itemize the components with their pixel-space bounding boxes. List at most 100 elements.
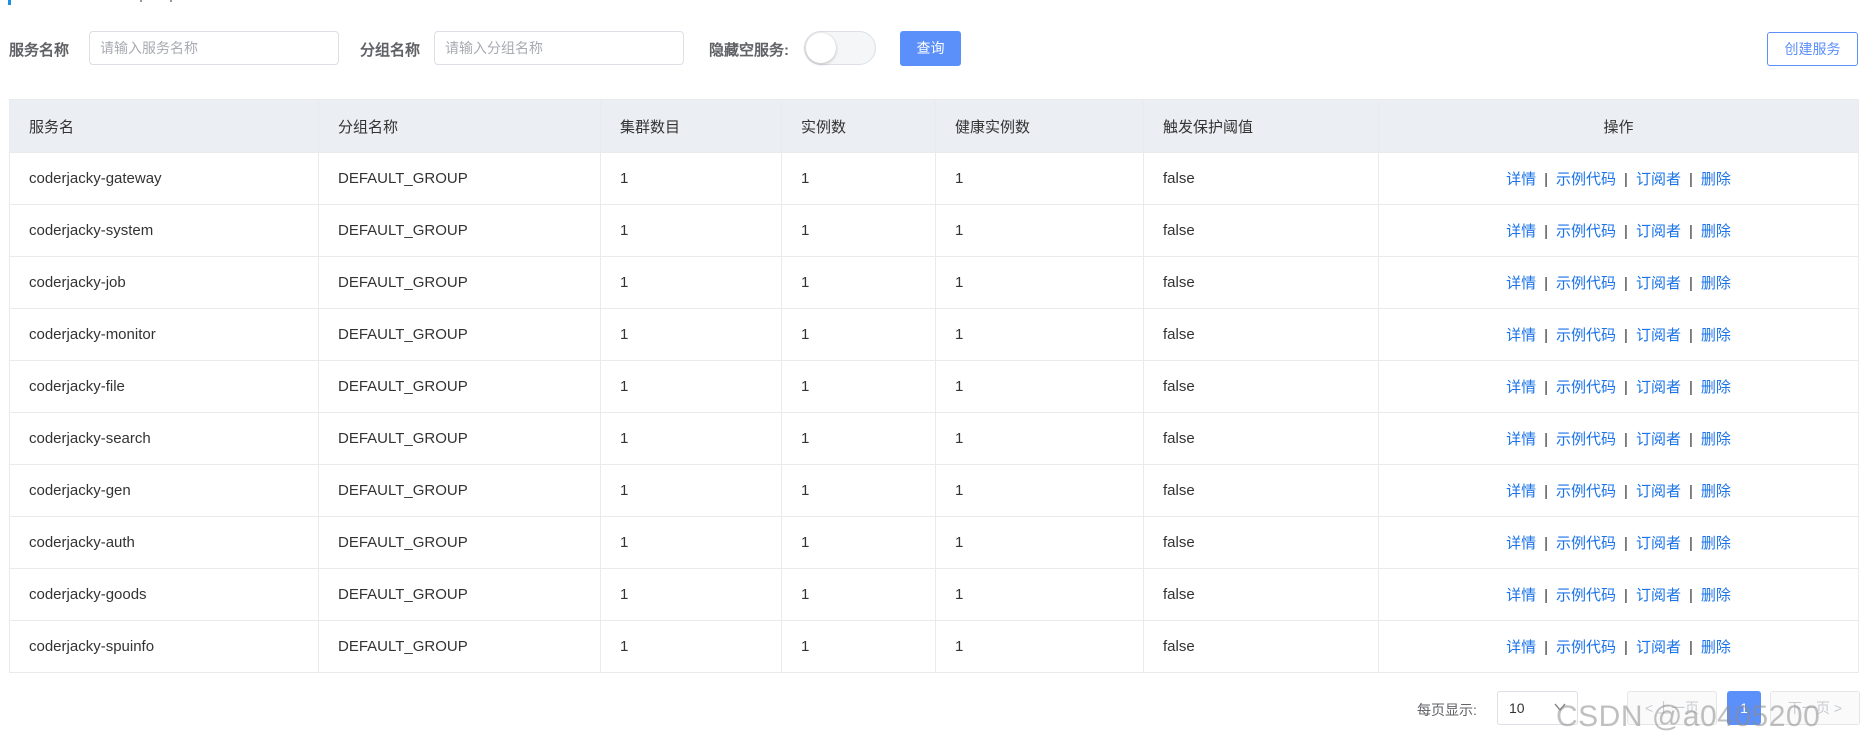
detail-link[interactable]: 详情 <box>1506 327 1536 344</box>
cell-group-name: DEFAULT_GROUP <box>318 464 601 517</box>
subscribers-link[interactable]: 订阅者 <box>1636 483 1681 500</box>
cell-service-name: coderjacky-system <box>9 204 319 257</box>
service-name-input[interactable] <box>89 31 339 65</box>
detail-link[interactable]: 详情 <box>1506 431 1536 448</box>
detail-link[interactable]: 详情 <box>1506 379 1536 396</box>
column-header-healthy-count[interactable]: 健康实例数 <box>935 99 1144 153</box>
cell-group-name: DEFAULT_GROUP <box>318 620 601 673</box>
column-header-protect-threshold[interactable]: 触发保护阈值 <box>1143 99 1379 153</box>
sample-code-link[interactable]: 示例代码 <box>1556 587 1616 604</box>
table-row: coderjacky-auth DEFAULT_GROUP 1 1 1 false 详情 | 示… <box>9 516 1859 569</box>
cell-healthy-count: 1 <box>935 256 1144 309</box>
column-header-service-name[interactable]: 服务名 <box>9 99 319 153</box>
cell-cluster-count: 1 <box>600 204 782 257</box>
delete-link[interactable]: 删除 <box>1701 223 1731 240</box>
action-separator: | <box>1624 587 1628 604</box>
sample-code-link[interactable]: 示例代码 <box>1556 275 1616 292</box>
action-separator: | <box>1624 379 1628 396</box>
group-name-input[interactable] <box>434 31 684 65</box>
subscribers-link[interactable]: 订阅者 <box>1636 379 1681 396</box>
cell-operations: 详情 | 示例代码 | 订阅者 | 删除 <box>1378 152 1859 205</box>
cell-group-name: DEFAULT_GROUP <box>318 256 601 309</box>
delete-link[interactable]: 删除 <box>1701 327 1731 344</box>
cell-protect-threshold: false <box>1143 568 1379 621</box>
delete-link[interactable]: 删除 <box>1701 483 1731 500</box>
page-size-value: 10 <box>1509 700 1525 716</box>
cell-group-name: DEFAULT_GROUP <box>318 360 601 413</box>
sample-code-link[interactable]: 示例代码 <box>1556 535 1616 552</box>
action-separator: | <box>1544 587 1549 604</box>
action-separator: | <box>1688 379 1693 396</box>
subscribers-link[interactable]: 订阅者 <box>1636 535 1681 552</box>
cell-operations: 详情 | 示例代码 | 订阅者 | 删除 <box>1378 568 1859 621</box>
sample-code-link[interactable]: 示例代码 <box>1556 639 1616 656</box>
detail-link[interactable]: 详情 <box>1506 587 1536 604</box>
cell-instance-count: 1 <box>781 412 936 465</box>
hide-empty-services-toggle[interactable] <box>804 31 876 65</box>
action-separator: | <box>1624 223 1628 240</box>
table-row: coderjacky-monitor DEFAULT_GROUP 1 1 1 false 详… <box>9 308 1859 361</box>
column-header-group-name[interactable]: 分组名称 <box>318 99 601 153</box>
toggle-knob <box>806 33 836 63</box>
action-separator: | <box>1688 327 1693 344</box>
subscribers-link[interactable]: 订阅者 <box>1636 327 1681 344</box>
cell-protect-threshold: false <box>1143 412 1379 465</box>
cell-cluster-count: 1 <box>600 412 782 465</box>
delete-link[interactable]: 删除 <box>1701 275 1731 292</box>
table-row: coderjacky-gateway DEFAULT_GROUP 1 1 1 false 详… <box>9 152 1859 205</box>
column-header-operations: 操作 <box>1378 99 1859 153</box>
cell-instance-count: 1 <box>781 152 936 205</box>
delete-link[interactable]: 删除 <box>1701 535 1731 552</box>
cell-healthy-count: 1 <box>935 464 1144 517</box>
subscribers-link[interactable]: 订阅者 <box>1636 171 1681 188</box>
action-separator: | <box>1544 275 1549 292</box>
cell-protect-threshold: false <box>1143 308 1379 361</box>
delete-link[interactable]: 删除 <box>1701 431 1731 448</box>
cell-healthy-count: 1 <box>935 308 1144 361</box>
cell-group-name: DEFAULT_GROUP <box>318 516 601 569</box>
subscribers-link[interactable]: 订阅者 <box>1636 223 1681 240</box>
sample-code-link[interactable]: 示例代码 <box>1556 223 1616 240</box>
cell-cluster-count: 1 <box>600 308 782 361</box>
cell-instance-count: 1 <box>781 568 936 621</box>
cell-healthy-count: 1 <box>935 568 1144 621</box>
table-row: coderjacky-job DEFAULT_GROUP 1 1 1 false 详情 | 示例… <box>9 256 1859 309</box>
column-header-instance-count[interactable]: 实例数 <box>781 99 936 153</box>
subscribers-link[interactable]: 订阅者 <box>1636 639 1681 656</box>
subscribers-link[interactable]: 订阅者 <box>1636 587 1681 604</box>
hide-empty-services-label: 隐藏空服务: <box>709 42 789 59</box>
detail-link[interactable]: 详情 <box>1506 171 1536 188</box>
group-name-label: 分组名称 <box>360 42 421 59</box>
cell-operations: 详情 | 示例代码 | 订阅者 | 删除 <box>1378 412 1859 465</box>
sample-code-link[interactable]: 示例代码 <box>1556 171 1616 188</box>
detail-link[interactable]: 详情 <box>1506 223 1536 240</box>
cell-service-name: coderjacky-spuinfo <box>9 620 319 673</box>
detail-link[interactable]: 详情 <box>1506 483 1536 500</box>
delete-link[interactable]: 删除 <box>1701 171 1731 188</box>
query-button[interactable]: 查询 <box>900 31 961 66</box>
column-header-cluster-count[interactable]: 集群数目 <box>600 99 782 153</box>
sample-code-link[interactable]: 示例代码 <box>1556 379 1616 396</box>
cell-group-name: DEFAULT_GROUP <box>318 152 601 205</box>
detail-link[interactable]: 详情 <box>1506 275 1536 292</box>
cell-instance-count: 1 <box>781 360 936 413</box>
delete-link[interactable]: 删除 <box>1701 587 1731 604</box>
subscribers-link[interactable]: 订阅者 <box>1636 275 1681 292</box>
create-service-button[interactable]: 创建服务 <box>1767 32 1858 66</box>
action-separator: | <box>1688 223 1693 240</box>
subscribers-link[interactable]: 订阅者 <box>1636 431 1681 448</box>
sample-code-link[interactable]: 示例代码 <box>1556 483 1616 500</box>
cell-instance-count: 1 <box>781 308 936 361</box>
delete-link[interactable]: 删除 <box>1701 639 1731 656</box>
service-name-label: 服务名称 <box>9 42 70 59</box>
cell-operations: 详情 | 示例代码 | 订阅者 | 删除 <box>1378 308 1859 361</box>
cell-operations: 详情 | 示例代码 | 订阅者 | 删除 <box>1378 516 1859 569</box>
delete-link[interactable]: 删除 <box>1701 379 1731 396</box>
detail-link[interactable]: 详情 <box>1506 535 1536 552</box>
sample-code-link[interactable]: 示例代码 <box>1556 431 1616 448</box>
top-accent-bar <box>8 0 11 5</box>
detail-link[interactable]: 详情 <box>1506 639 1536 656</box>
sample-code-link[interactable]: 示例代码 <box>1556 327 1616 344</box>
cell-cluster-count: 1 <box>600 152 782 205</box>
action-separator: | <box>1688 535 1693 552</box>
